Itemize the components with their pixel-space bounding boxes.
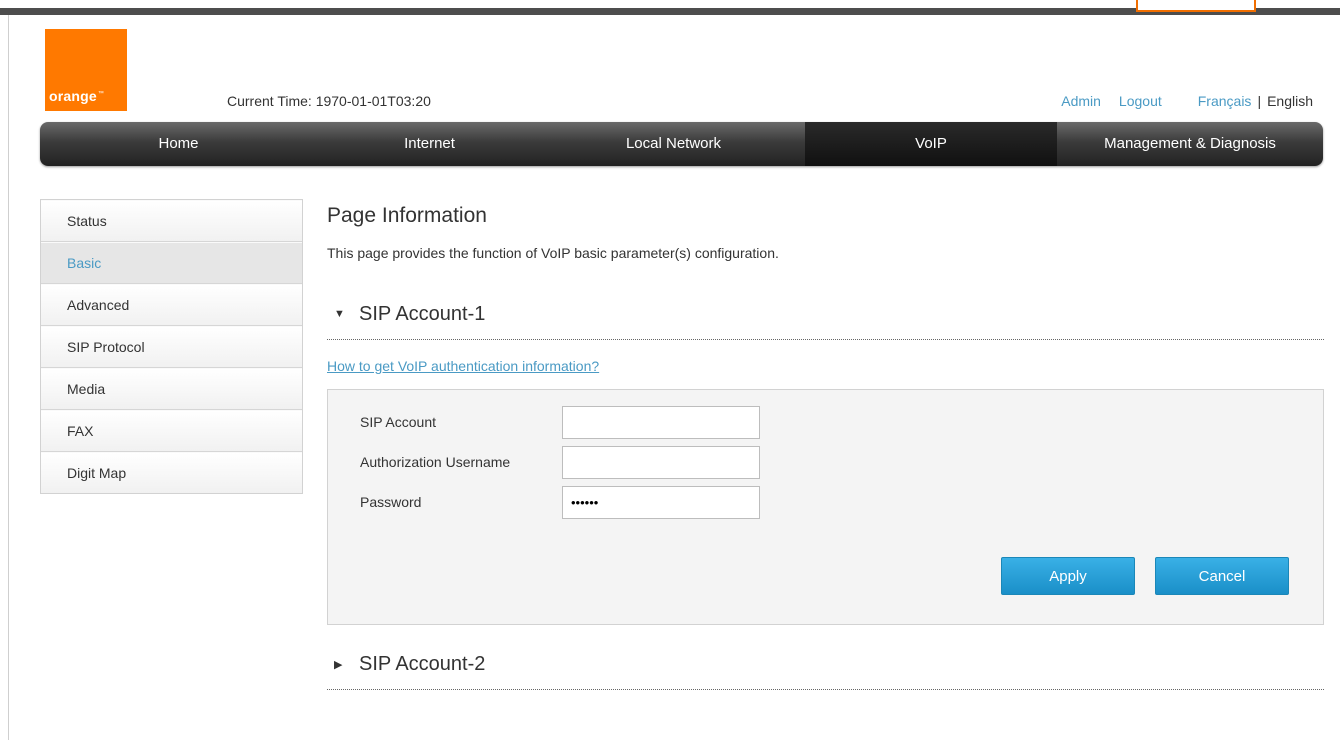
- main-nav: Home Internet Local Network VoIP Managem…: [40, 122, 1323, 166]
- logo-tm: ™: [97, 91, 105, 98]
- sip-account-1-header[interactable]: ▼ SIP Account-1: [327, 299, 1324, 340]
- sip-account-2-header[interactable]: ▶ SIP Account-2: [327, 649, 1324, 690]
- top-orange-tab: [1136, 0, 1256, 12]
- english-link[interactable]: English: [1267, 93, 1313, 109]
- voip-auth-help-link[interactable]: How to get VoIP authentication informati…: [327, 358, 599, 374]
- apply-button[interactable]: Apply: [1001, 557, 1135, 595]
- sidebar-item-sip-protocol[interactable]: SIP Protocol: [41, 326, 302, 368]
- auth-username-label: Authorization Username: [360, 454, 511, 470]
- auth-username-input[interactable]: [562, 446, 760, 479]
- cancel-button[interactable]: Cancel: [1155, 557, 1289, 595]
- top-links: Admin Logout Français | English: [1061, 93, 1313, 109]
- nav-home[interactable]: Home: [40, 122, 317, 166]
- sip-account-1-form: SIP Account Authorization Username Passw…: [327, 389, 1324, 625]
- password-input[interactable]: [562, 486, 760, 519]
- sidebar: Status Basic Advanced SIP Protocol Media…: [40, 199, 303, 494]
- sidebar-item-media[interactable]: Media: [41, 368, 302, 410]
- orange-logo[interactable]: orange™: [45, 29, 127, 111]
- sidebar-item-fax[interactable]: FAX: [41, 410, 302, 452]
- sidebar-item-status[interactable]: Status: [41, 200, 302, 242]
- french-link[interactable]: Français: [1198, 93, 1252, 109]
- sidebar-item-basic[interactable]: Basic: [41, 242, 302, 284]
- top-border: [0, 0, 1340, 16]
- page-title: Page Information: [327, 204, 487, 227]
- nav-local-network[interactable]: Local Network: [542, 122, 805, 166]
- collapse-arrow-icon: ▼: [334, 308, 345, 320]
- sidebar-item-advanced[interactable]: Advanced: [41, 284, 302, 326]
- sidebar-item-digit-map[interactable]: Digit Map: [41, 452, 302, 493]
- left-border: [8, 15, 9, 740]
- nav-internet[interactable]: Internet: [317, 122, 542, 166]
- password-label: Password: [360, 494, 422, 510]
- nav-management-diagnosis[interactable]: Management & Diagnosis: [1057, 122, 1323, 166]
- expand-arrow-icon: ▶: [334, 659, 343, 671]
- admin-link[interactable]: Admin: [1061, 93, 1101, 109]
- logo-text: orange™: [49, 88, 105, 104]
- page-description: This page provides the function of VoIP …: [327, 245, 779, 261]
- sip-account-input[interactable]: [562, 406, 760, 439]
- section-title: SIP Account-2: [359, 653, 486, 675]
- current-time: Current Time: 1970-01-01T03:20: [227, 93, 431, 109]
- section-title: SIP Account-1: [359, 303, 486, 325]
- sip-account-label: SIP Account: [360, 414, 437, 430]
- language-separator: |: [1257, 93, 1262, 109]
- logout-link[interactable]: Logout: [1119, 93, 1162, 109]
- nav-voip[interactable]: VoIP: [805, 122, 1057, 166]
